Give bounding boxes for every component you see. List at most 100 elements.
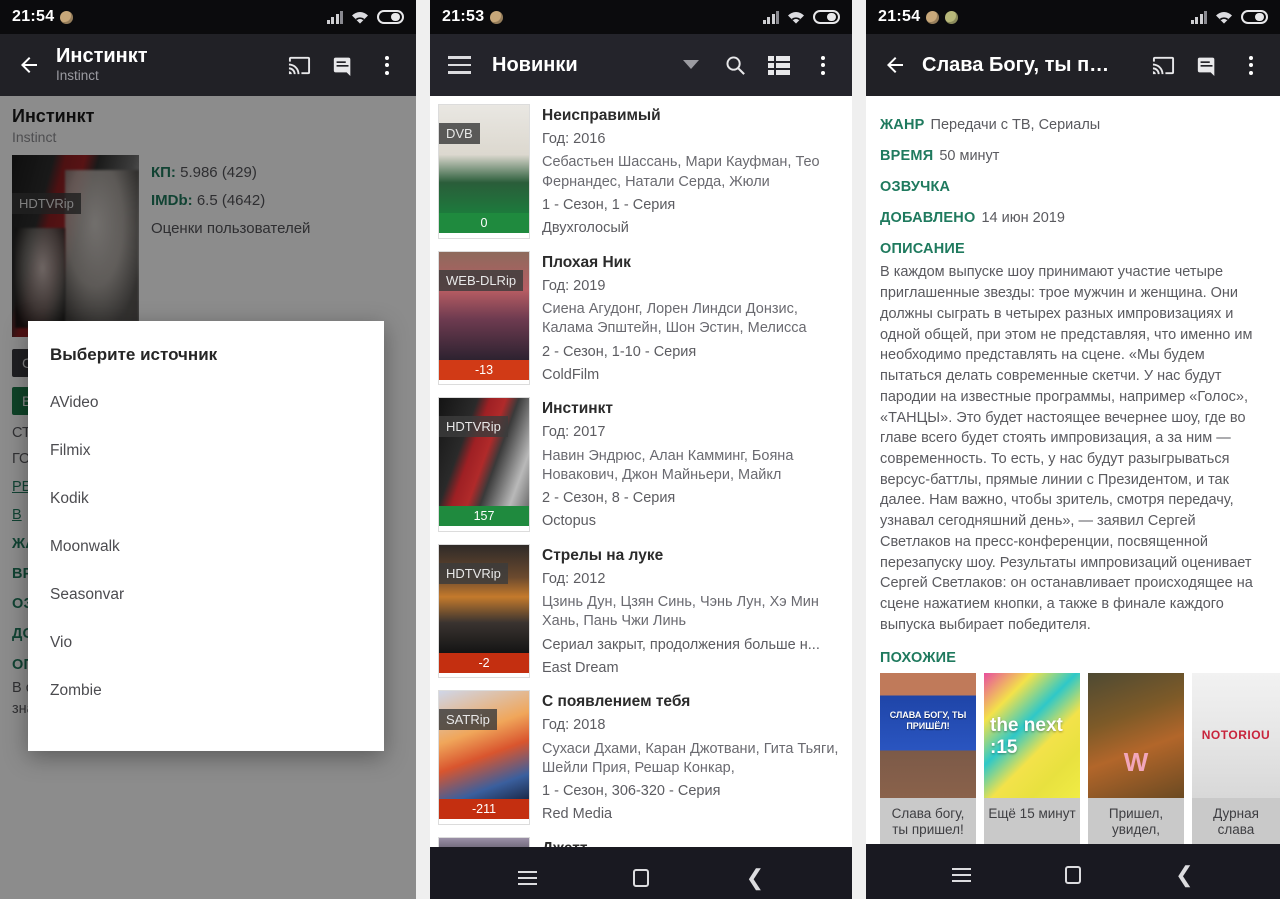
dialog-option-filmix[interactable]: Filmix [28, 427, 384, 475]
similar-art-text: СЛАВА БОГУ, ТЫ ПРИШЁЛ! [880, 710, 976, 733]
item-poster[interactable]: DVB 0 [438, 104, 530, 239]
meta-key: ОЗВУЧКА [880, 179, 950, 195]
item-poster[interactable]: HDTVRip 157 [438, 397, 530, 532]
back-icon[interactable]: ❮ [1167, 858, 1201, 892]
back-icon[interactable]: ❮ [738, 861, 772, 895]
panel3-content: ЖАНРПередачи с ТВ, Сериалы ВРЕМЯ50 минут… [866, 96, 1280, 844]
quality-badge: SATRip [439, 709, 497, 730]
overflow-menu-icon[interactable] [370, 48, 404, 82]
item-poster[interactable]: SATRip -211 [438, 690, 530, 825]
wifi-icon [1215, 11, 1233, 24]
dialog-option-kodik[interactable]: Kodik [28, 475, 384, 523]
list-item[interactable]: SATRip -211 С появлением тебя Год: 2018 … [430, 682, 852, 829]
wifi-icon [351, 11, 369, 24]
item-poster[interactable]: WEB-DLRip [438, 837, 530, 847]
back-icon[interactable] [878, 48, 912, 82]
subtitles-icon[interactable] [1190, 48, 1224, 82]
dialog-option-vio[interactable]: Vio [28, 619, 384, 667]
menu-icon[interactable] [510, 861, 544, 895]
item-source: East Dream [542, 659, 842, 678]
list-item[interactable]: HDTVRip 157 Инстинкт Год: 2017 Навин Энд… [430, 389, 852, 536]
item-info: Джетт [542, 837, 842, 847]
item-source: Red Media [542, 805, 842, 824]
item-poster[interactable]: WEB-DLRip -13 [438, 251, 530, 386]
poster-art [439, 105, 529, 213]
meta-row: ВРЕМЯ50 минут [880, 147, 1266, 166]
phone-screen-2: 21:53 Новинки [430, 0, 852, 899]
item-year: Год: 2018 [542, 716, 842, 735]
back-icon[interactable] [12, 48, 46, 82]
status-bar-1: 21:54 [0, 0, 416, 34]
poster-art [439, 838, 529, 847]
dialog-option-seasonvar[interactable]: Seasonvar [28, 571, 384, 619]
similar-poster-art: W [1088, 673, 1184, 798]
list-item[interactable]: HDTVRip -2 Стрелы на луке Год: 2012 Цзин… [430, 536, 852, 683]
episode-count-badge: 0 [439, 213, 529, 233]
item-year: Год: 2012 [542, 570, 842, 589]
panel-gap-2 [852, 0, 866, 899]
toolbar-2: Новинки [430, 34, 852, 96]
description-text: В каждом выпуске шоу принимают участие ч… [880, 262, 1266, 635]
chevron-down-icon[interactable] [674, 48, 708, 82]
search-icon[interactable] [718, 48, 752, 82]
similar-card[interactable]: W Пришел, увидел, [1088, 673, 1184, 844]
phone-screen-1: 21:54 Инстинкт Instinct [0, 0, 416, 899]
meta-key: ЖАНР [880, 117, 925, 133]
list-item[interactable]: WEB-DLRip -13 Плохая Ник Год: 2019 Сиена… [430, 243, 852, 390]
item-episodes: 1 - Сезон, 1 - Серия [542, 196, 842, 215]
home-icon[interactable] [1056, 858, 1090, 892]
episode-count-badge: -2 [439, 653, 529, 673]
item-info: Плохая Ник Год: 2019 Сиена Агудонг, Лоре… [542, 251, 842, 386]
cast-icon[interactable] [1146, 48, 1180, 82]
media-list[interactable]: DVB 0 Неисправимый Год: 2016 Себастьен Ш… [430, 96, 852, 847]
description-heading: ОПИСАНИЕ [880, 241, 1266, 257]
toolbar-1: Инстинкт Instinct [0, 34, 416, 96]
list-view-icon[interactable] [762, 48, 796, 82]
item-source: Двухголосый [542, 219, 842, 238]
list-item[interactable]: WEB-DLRip Джетт [430, 829, 852, 847]
item-episodes: 1 - Сезон, 306-320 - Серия [542, 782, 842, 801]
menu-icon[interactable] [945, 858, 979, 892]
similar-label: Слава богу, ты пришел! [880, 798, 976, 844]
meta-key: ДОБАВЛЕНО [880, 210, 975, 226]
overflow-menu-icon[interactable] [806, 48, 840, 82]
item-cast: Цзинь Дун, Цзян Синь, Чэнь Лун, Хэ Мин Х… [542, 593, 842, 632]
subtitles-icon[interactable] [326, 48, 360, 82]
signal-icon [1191, 11, 1208, 24]
toolbar-3: Слава Богу, ты п… [866, 34, 1280, 96]
item-title: Джетт [542, 839, 842, 847]
meta-value: 14 июн 2019 [981, 210, 1064, 226]
episode-count-badge: -211 [439, 799, 529, 819]
hamburger-icon[interactable] [442, 48, 476, 82]
episode-count-badge: 157 [439, 506, 529, 526]
dialog-option-avideo[interactable]: AVideo [28, 379, 384, 427]
dialog-option-zombie[interactable]: Zombie [28, 667, 384, 715]
similar-list[interactable]: СЛАВА БОГУ, ТЫ ПРИШЁЛ! Слава богу, ты пр… [880, 673, 1266, 844]
panel1-content: Инстинкт Instinct HDTVRip КП: 5.986 (429… [0, 96, 416, 899]
similar-card[interactable]: the next :15 Ещё 15 минут [984, 673, 1080, 844]
overflow-menu-icon[interactable] [1234, 48, 1268, 82]
similar-card[interactable]: NOTORIOU Дурная слава [1192, 673, 1280, 844]
dialog-option-moonwalk[interactable]: Moonwalk [28, 523, 384, 571]
cast-icon[interactable] [282, 48, 316, 82]
battery-icon [377, 10, 404, 24]
battery-icon [1241, 10, 1268, 24]
similar-card[interactable]: СЛАВА БОГУ, ТЫ ПРИШЁЛ! Слава богу, ты пр… [880, 673, 976, 844]
toolbar-title-block: Инстинкт Instinct [56, 45, 272, 84]
item-episodes: 2 - Сезон, 8 - Серия [542, 489, 842, 508]
item-title: С появлением тебя [542, 692, 842, 712]
item-info: Стрелы на луке Год: 2012 Цзинь Дун, Цзян… [542, 544, 842, 679]
item-year: Год: 2019 [542, 277, 842, 296]
screenshot-board: 21:54 Инстинкт Instinct [0, 0, 1280, 899]
episode-count-badge: -13 [439, 360, 529, 380]
home-icon[interactable] [624, 861, 658, 895]
dialog-title: Выберите источник [28, 339, 384, 365]
list-item[interactable]: DVB 0 Неисправимый Год: 2016 Себастьен Ш… [430, 96, 852, 243]
item-source: ColdFilm [542, 366, 842, 385]
poster-art [439, 545, 529, 653]
meta-row: ЖАНРПередачи с ТВ, Сериалы [880, 116, 1266, 135]
item-poster[interactable]: HDTVRip -2 [438, 544, 530, 679]
item-cast: Навин Эндрюс, Алан Камминг, Бояна Новако… [542, 447, 842, 486]
item-episodes: Сериал закрыт, продолжения больше н... [542, 636, 842, 655]
similar-label: Ещё 15 минут [984, 798, 1080, 833]
